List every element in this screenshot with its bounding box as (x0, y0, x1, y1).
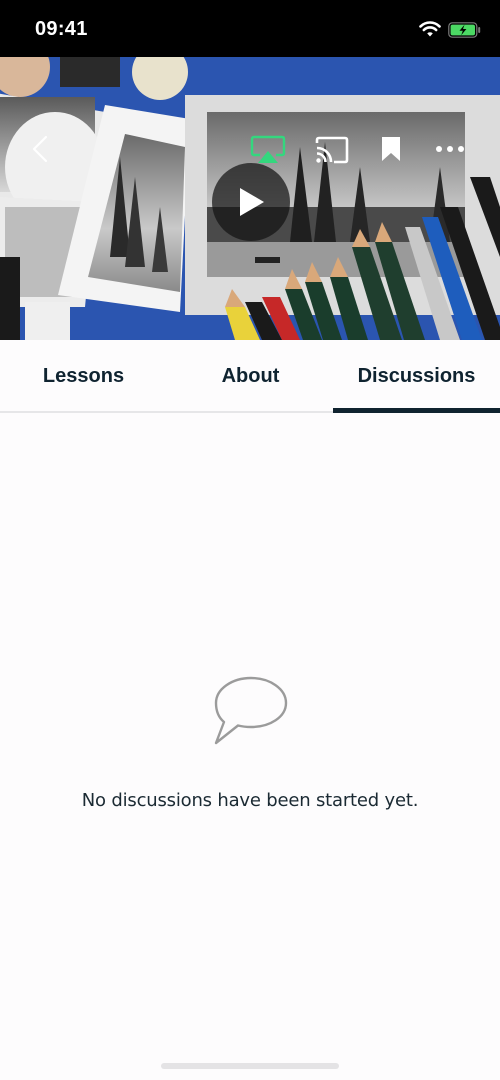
tab-bar: Lessons About Discussions (0, 340, 500, 413)
active-tab-indicator (333, 408, 500, 413)
empty-state-message: No discussions have been started yet. (81, 790, 419, 811)
tab-lessons[interactable]: Lessons (0, 340, 167, 413)
status-bar: 09:41 (0, 0, 500, 57)
tab-discussions[interactable]: Discussions (333, 340, 500, 413)
speech-bubble-icon (214, 676, 288, 745)
home-indicator[interactable] (161, 1063, 339, 1069)
status-time: 09:41 (35, 18, 88, 40)
wifi-icon (419, 21, 441, 37)
play-button[interactable] (212, 163, 290, 241)
back-button[interactable] (24, 133, 56, 165)
play-icon (240, 188, 264, 216)
cast-icon (315, 136, 349, 164)
battery-charging-icon (448, 22, 481, 38)
bookmark-button[interactable] (376, 133, 406, 165)
chevron-left-icon (32, 135, 48, 163)
more-button[interactable] (430, 137, 470, 161)
airplay-icon (250, 135, 286, 163)
bookmark-icon (382, 137, 400, 161)
more-horizontal-icon (436, 146, 464, 152)
airplay-button[interactable] (248, 133, 288, 167)
tab-about[interactable]: About (167, 340, 334, 413)
cast-button[interactable] (314, 135, 350, 165)
